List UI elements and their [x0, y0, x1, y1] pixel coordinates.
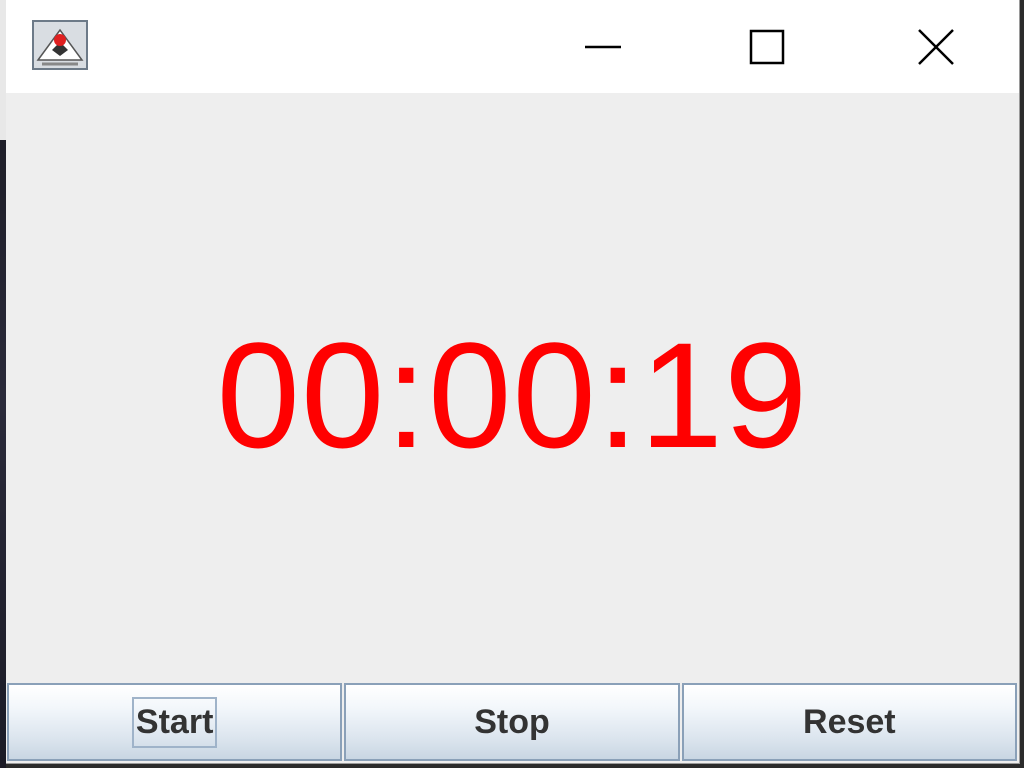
stopwatch-window: 00:00:19 Start Stop Reset [6, 0, 1020, 764]
close-icon [918, 28, 954, 65]
reset-button[interactable]: Reset [681, 683, 1017, 761]
maximize-icon [749, 29, 785, 64]
timer-panel: 00:00:19 [6, 93, 1019, 683]
close-button[interactable] [890, 0, 982, 93]
stop-button[interactable]: Stop [344, 683, 680, 761]
stop-button-label: Stop [474, 702, 550, 741]
java-duke-icon[interactable] [32, 20, 88, 70]
start-button[interactable]: Start [7, 683, 343, 761]
timer-display: 00:00:19 [216, 311, 809, 479]
reset-button-label: Reset [803, 702, 896, 741]
control-button-row: Start Stop Reset [7, 683, 1017, 763]
minimize-button[interactable] [557, 0, 649, 93]
maximize-button[interactable] [721, 0, 813, 93]
title-bar[interactable] [6, 0, 1019, 93]
start-button-label: Start [131, 696, 218, 748]
minimize-icon [585, 45, 621, 48]
